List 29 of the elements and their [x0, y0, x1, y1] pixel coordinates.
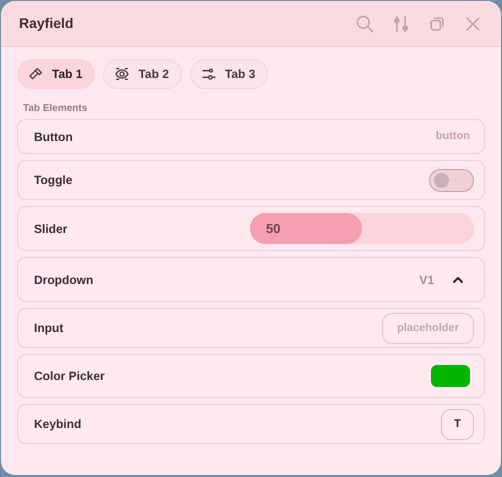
element-label: Color Picker	[34, 368, 105, 385]
element-label: Slider	[34, 220, 68, 238]
section-heading: Tab Elements	[23, 102, 88, 116]
element-label: Dropdown	[34, 272, 94, 288]
tab[interactable]: Tab 2	[103, 59, 182, 89]
dropdown-value: V1	[419, 272, 434, 288]
sliders-icon	[391, 14, 411, 34]
button-row[interactable]: Button button	[17, 119, 485, 154]
element-label: Input	[34, 320, 64, 337]
tab[interactable]: Tab 3	[190, 59, 268, 89]
window-search-button[interactable]	[355, 14, 375, 34]
element-label: Keybind	[34, 416, 82, 433]
element-label: Toggle	[34, 172, 72, 189]
toggle-switch[interactable]	[429, 168, 474, 192]
element-label: Button	[34, 128, 73, 146]
dropdown[interactable]: Dropdown V1	[17, 257, 485, 302]
search-icon	[355, 14, 375, 34]
button-hint: button	[436, 129, 470, 144]
tab[interactable]: Tab 1	[17, 59, 96, 89]
input-field[interactable]: placeholder	[382, 312, 474, 344]
eye-icon	[114, 66, 130, 82]
slider-value: 50	[265, 221, 280, 236]
hammer-icon	[28, 66, 44, 82]
sliders-icon	[200, 66, 217, 82]
window-sliders-button[interactable]	[391, 14, 411, 34]
color-swatch[interactable]	[431, 365, 470, 387]
keybind-button[interactable]: T	[441, 408, 474, 440]
window-title: Rayfield	[19, 15, 74, 32]
slider-track[interactable]: 50	[250, 213, 474, 244]
